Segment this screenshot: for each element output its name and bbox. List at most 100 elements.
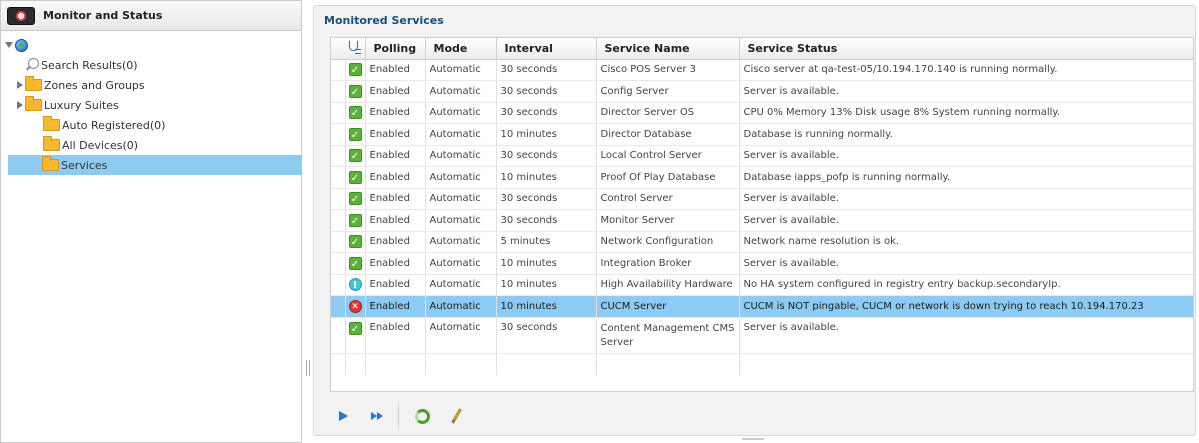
edit-button[interactable] <box>443 404 469 428</box>
service-status-cell: CUCM is NOT pingable, CUCM or network is… <box>739 295 1193 318</box>
row-select-cell[interactable] <box>331 123 346 146</box>
polling-cell: Enabled <box>365 166 426 189</box>
table-row[interactable]: ✓ Enabled Automatic 10 minutes Proof Of Play… <box>331 166 1193 189</box>
polling-cell: Enabled <box>365 252 426 275</box>
interval-cell: 30 seconds <box>496 59 597 81</box>
status-cell: ✓ <box>345 231 366 253</box>
polling-cell: Enabled <box>365 102 426 124</box>
row-select-cell[interactable] <box>331 59 346 81</box>
expand-toggle-icon[interactable] <box>17 101 23 109</box>
fast-forward-button[interactable] <box>364 404 390 428</box>
panel-splitter-handle[interactable] <box>306 360 310 376</box>
table-row[interactable]: ✓ Enabled Automatic 30 seconds Local Control… <box>331 145 1193 167</box>
status-cell: ! <box>345 274 366 296</box>
table-row[interactable]: ✓ Enabled Automatic 5 minutes Network Config… <box>331 231 1193 253</box>
status-cell: ✓ <box>345 59 366 81</box>
tree-item-services[interactable]: Services <box>8 155 302 175</box>
row-select-cell[interactable] <box>331 166 346 189</box>
status-ok-icon: ✓ <box>348 213 362 227</box>
service-name-cell: Local Control Server <box>596 145 740 167</box>
status-ok-icon: ✓ <box>348 235 362 249</box>
expand-toggle-icon[interactable] <box>5 42 13 48</box>
status-cell: ✓ <box>345 252 366 275</box>
empty-cell <box>331 353 346 375</box>
table-row[interactable]: ✓ Enabled Automatic 30 seconds Director Serv… <box>331 102 1193 124</box>
service-name-cell: Director Database <box>596 123 740 146</box>
row-select-cell[interactable] <box>331 102 346 124</box>
folder-icon <box>43 116 60 131</box>
tree-item-label: Services <box>61 158 108 172</box>
row-select-cell[interactable] <box>331 252 346 275</box>
polling-cell: Enabled <box>365 295 426 318</box>
expand-toggle-icon[interactable] <box>17 81 23 89</box>
service-name-cell: CUCM Server <box>596 295 740 318</box>
table-row[interactable]: ✓ Enabled Automatic 10 minutes Integration B… <box>331 252 1193 275</box>
row-select-cell[interactable] <box>331 295 346 318</box>
table-empty-row <box>331 353 1193 375</box>
service-name-cell: Monitor Server <box>596 209 740 232</box>
status-cell: ✓ <box>345 123 366 146</box>
play-button[interactable] <box>330 404 356 428</box>
tree-root[interactable] <box>1 37 301 53</box>
status-cell: ✓ <box>345 80 366 103</box>
column-header-service-name[interactable]: Service Name <box>596 38 740 60</box>
service-name-cell: Cisco POS Server 3 <box>596 59 740 81</box>
tree-item-search-results[interactable]: Search Results(0) <box>1 55 301 75</box>
mode-cell: Automatic <box>425 188 497 210</box>
table-row[interactable]: ✓ Enabled Automatic 30 seconds Control Serve… <box>331 188 1193 210</box>
table-row[interactable]: ✓ Enabled Automatic 30 seconds Monitor Serve… <box>331 209 1193 232</box>
status-ok-icon: ✓ <box>348 192 362 206</box>
column-header-interval[interactable]: Interval <box>496 38 597 60</box>
resize-grip[interactable] <box>742 438 764 440</box>
status-ok-icon: ✓ <box>348 321 362 335</box>
service-name-cell: Config Server <box>596 80 740 103</box>
interval-cell: 10 minutes <box>496 274 597 296</box>
column-header-select[interactable] <box>331 38 345 60</box>
table-row[interactable]: ! Enabled Automatic 10 minutes High Availabi… <box>331 274 1193 296</box>
status-ok-icon: ✓ <box>348 127 362 141</box>
table-row[interactable]: ✕ Enabled Automatic 10 minutes CUCM Server CU… <box>331 295 1193 318</box>
status-cell: ✓ <box>345 145 366 167</box>
service-name-cell: Integration Broker <box>596 252 740 275</box>
column-header-service-status[interactable]: Service Status <box>739 38 1193 60</box>
tree-item-auto-registered[interactable]: Auto Registered(0) <box>1 115 301 135</box>
row-select-cell[interactable] <box>331 80 346 103</box>
service-name-cell: Control Server <box>596 188 740 210</box>
status-ok-icon: ✓ <box>348 149 362 163</box>
tree-item-label: Luxury Suites <box>44 98 119 112</box>
row-select-cell[interactable] <box>331 209 346 232</box>
column-header-status[interactable] <box>345 38 366 60</box>
service-name-cell: Proof Of Play Database <box>596 166 740 189</box>
empty-cell <box>596 353 740 375</box>
column-header-mode[interactable]: Mode <box>425 38 497 60</box>
folder-icon <box>43 136 60 151</box>
mode-cell: Automatic <box>425 317 497 354</box>
table-row[interactable]: ✓ Enabled Automatic 10 minutes Director Data… <box>331 123 1193 146</box>
service-name-cell: Content Management CMS Server <box>596 317 740 354</box>
tree-item-zones-and-groups[interactable]: Zones and Groups <box>1 75 301 95</box>
polling-cell: Enabled <box>365 123 426 146</box>
table-row[interactable]: ✓ Enabled Automatic 30 seconds Cisco POS Ser… <box>331 59 1193 81</box>
mode-cell: Automatic <box>425 166 497 189</box>
mode-cell: Automatic <box>425 209 497 232</box>
table-row[interactable]: ✓ Enabled Automatic 30 seconds Config Server… <box>331 80 1193 103</box>
row-select-cell[interactable] <box>331 317 346 354</box>
service-status-cell: Server is available. <box>739 252 1193 275</box>
row-select-cell[interactable] <box>331 231 346 253</box>
refresh-button[interactable] <box>409 404 435 428</box>
polling-cell: Enabled <box>365 145 426 167</box>
column-header-polling[interactable]: Polling <box>365 38 426 60</box>
tree-item-all-devices[interactable]: All Devices(0) <box>1 135 301 155</box>
service-status-cell: Server is available. <box>739 317 1193 354</box>
service-status-cell: Database iapps_pofp is running normally. <box>739 166 1193 189</box>
table-row[interactable]: ✓ Enabled Automatic 30 seconds Content Manag… <box>331 317 1193 354</box>
tree-item-luxury-suites[interactable]: Luxury Suites <box>1 95 301 115</box>
device-tree: Search Results(0) Zones and Groups Luxur… <box>1 31 302 175</box>
fast-forward-icon <box>371 412 383 420</box>
refresh-icon <box>414 408 430 424</box>
service-status-cell: Database is running normally. <box>739 123 1193 146</box>
monitor-status-icon <box>7 6 35 25</box>
row-select-cell[interactable] <box>331 145 346 167</box>
row-select-cell[interactable] <box>331 188 346 210</box>
row-select-cell[interactable] <box>331 274 346 296</box>
